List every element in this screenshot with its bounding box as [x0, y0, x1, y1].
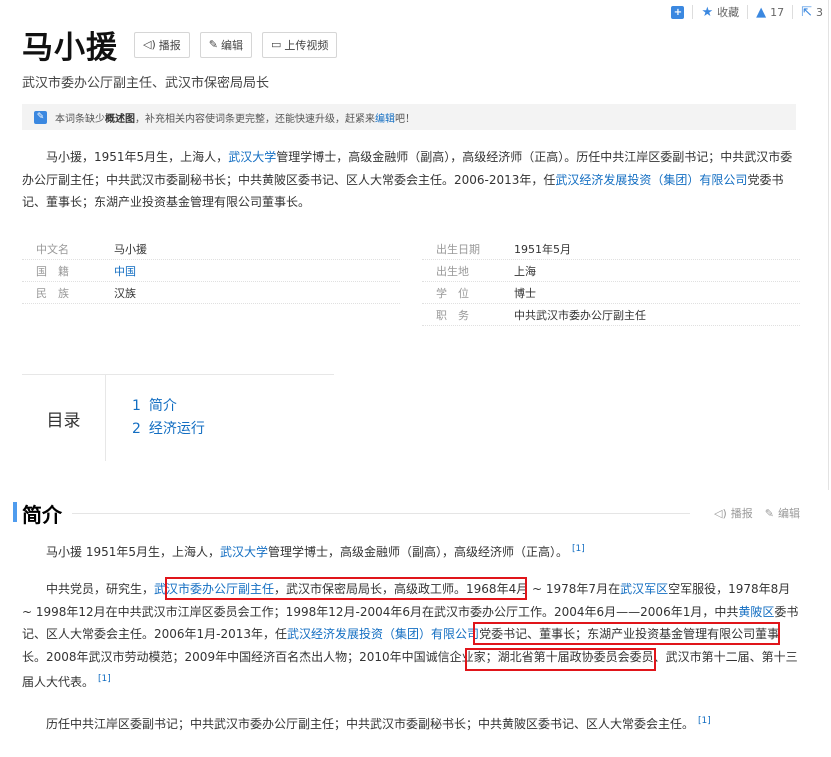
- toc-link[interactable]: 经济运行: [149, 421, 205, 437]
- para-link-office[interactable]: 武汉市委办公厅副主任: [154, 582, 274, 596]
- toc-num: 1: [132, 398, 141, 414]
- info-value[interactable]: 中国: [114, 263, 136, 279]
- summary-text: 马小援，1951年5月生，上海人，: [46, 150, 229, 164]
- upload-video-button[interactable]: ▭ 上传视频: [261, 31, 338, 58]
- reference-mark[interactable]: [1]: [572, 544, 585, 554]
- report-button[interactable]: ◁) 播报: [134, 31, 190, 58]
- para-career: 中共党员，研究生，武汉市委办公厅副主任，武汉市保密局局长，高级政工师。1968年…: [22, 578, 800, 694]
- section-edit-label: 编辑: [778, 507, 800, 520]
- para-text: 马小援 1951年5月生，上海人，: [46, 545, 220, 559]
- info-row: 国 籍 中国: [22, 260, 400, 282]
- para-text: 管理学博士，高级金融师（副高），高级经济师（正高）。: [268, 545, 569, 559]
- para-text: 历任中共江岸区委副书记；中共武汉市委办公厅副主任；中共武汉市委副秘书长；中共黄陂…: [46, 717, 695, 731]
- toc-list: 1 简介 2 经济运行: [132, 395, 205, 441]
- info-key: 民 族: [36, 286, 69, 300]
- speaker-icon: ◁): [714, 506, 727, 520]
- edit-label: 编辑: [220, 38, 243, 52]
- share-icon: ⇱: [801, 4, 812, 20]
- notice-text-before: 本词条缺少: [55, 113, 105, 125]
- page-title: 马小援: [22, 30, 118, 66]
- basic-info-left: 中文名 马小援国 籍 中国民 族 汉族: [22, 238, 400, 304]
- section-heading: 简介 ◁) 播报 ✎ 编辑: [13, 500, 800, 527]
- para-link-huangpi[interactable]: 黄陂区: [738, 605, 774, 619]
- info-key: 中文名: [36, 242, 69, 256]
- section-title: 简介: [22, 502, 62, 527]
- info-row: 中文名 马小援: [22, 238, 400, 260]
- info-value: 上海: [514, 264, 536, 278]
- info-key: 出生地: [436, 264, 469, 278]
- star-icon: ★: [701, 4, 714, 20]
- pencil-icon: ✎: [208, 38, 218, 51]
- add-icon[interactable]: +: [671, 5, 685, 19]
- summary-link-company[interactable]: 武汉经济发展投资（集团）有限公司: [555, 173, 747, 187]
- share-button[interactable]: ⇱ 3: [801, 5, 823, 20]
- info-key: 出生日期: [436, 242, 480, 256]
- notice-text-middle: ，补充相关内容使词条更完整，还能快速升级，赶紧来: [135, 113, 375, 125]
- toc-label: 目录: [22, 375, 106, 461]
- edit-notice-icon: ✎: [34, 110, 47, 124]
- section-marker: [13, 502, 17, 522]
- title-row: 马小援 ◁) 播报 ✎ 编辑 ▭ 上传视频: [22, 22, 338, 67]
- pencil-icon: ✎: [764, 506, 774, 520]
- info-row: 出生日期 1951年5月: [422, 238, 800, 260]
- info-value: 博士: [514, 286, 536, 300]
- upload-video-label: 上传视频: [284, 38, 329, 52]
- info-value: 汉族: [114, 286, 136, 300]
- info-key: 职 务: [436, 308, 469, 322]
- share-count: 3: [816, 5, 823, 19]
- notice-edit-link[interactable]: 编辑: [375, 110, 395, 125]
- info-row: 民 族 汉族: [22, 282, 400, 304]
- para-link-military[interactable]: 武汉军区: [620, 582, 668, 596]
- info-row: 职 务 中共武汉市委办公厅副主任: [422, 304, 800, 326]
- speaker-icon: ◁): [143, 38, 156, 51]
- para-text: 中共党员，研究生，: [46, 582, 155, 596]
- video-icon: ▭: [270, 38, 282, 51]
- section-report-label: 播报: [730, 507, 753, 520]
- top-action-bar: + ★ 收藏 ▲ 17 ⇱ 3: [671, 4, 823, 20]
- thumbs-up-icon: ▲: [756, 4, 767, 20]
- info-value: 1951年5月: [514, 242, 571, 256]
- reference-mark[interactable]: [1]: [698, 716, 711, 726]
- toc-num: 2: [132, 421, 141, 437]
- divider: [747, 5, 749, 19]
- para-summary-roles: 历任中共江岸区委副书记；中共武汉市委办公厅副主任；中共武汉市委副秘书长；中共黄陂…: [22, 710, 800, 736]
- like-button[interactable]: ▲ 17: [756, 5, 784, 20]
- collect-button[interactable]: ★ 收藏: [701, 4, 739, 20]
- summary-link-whu[interactable]: 武汉大学: [228, 150, 276, 164]
- report-label: 播报: [158, 38, 181, 52]
- divider: [792, 5, 794, 19]
- info-value: 马小援: [114, 242, 147, 256]
- info-row: 学 位 博士: [422, 282, 800, 304]
- lemma-summary: 马小援，1951年5月生，上海人，武汉大学管理学博士，高级金融师（副高），高级经…: [22, 146, 800, 214]
- section-rule: [72, 512, 691, 514]
- para-link-company[interactable]: 武汉经济发展投资（集团）有限公司: [287, 627, 479, 641]
- notice-text-after: 吧！: [395, 113, 415, 125]
- table-of-contents: 目录 1 简介 2 经济运行: [22, 374, 334, 461]
- info-key: 学 位: [436, 286, 469, 300]
- para-intro: 马小援 1951年5月生，上海人，武汉大学管理学博士，高级金融师（副高），高级经…: [22, 538, 800, 564]
- para-link-whu[interactable]: 武汉大学: [220, 545, 268, 559]
- info-row: 出生地 上海: [422, 260, 800, 282]
- toc-item-economy[interactable]: 2 经济运行: [132, 418, 205, 441]
- page-subtitle: 武汉市委办公厅副主任、武汉市保密局局长: [22, 76, 270, 91]
- notice-bold: 概述图: [105, 113, 135, 125]
- basic-info-right: 出生日期 1951年5月出生地 上海学 位 博士职 务 中共武汉市委办公厅副主任: [422, 238, 800, 326]
- reference-mark[interactable]: [1]: [98, 674, 111, 684]
- edit-button[interactable]: ✎ 编辑: [199, 31, 252, 58]
- section-report-button[interactable]: ◁) 播报: [714, 505, 753, 521]
- toc-item-intro[interactable]: 1 简介: [132, 395, 205, 418]
- collect-label: 收藏: [717, 6, 740, 19]
- like-count: 17: [770, 5, 785, 19]
- section-edit-button[interactable]: ✎ 编辑: [765, 505, 800, 521]
- divider: [692, 5, 694, 19]
- notice-bar: ✎ 本词条缺少 概述图 ，补充相关内容使词条更完整，还能快速升级，赶紧来 编辑 吧！: [22, 104, 796, 130]
- info-value: 中共武汉市委办公厅副主任: [514, 308, 646, 322]
- info-key: 国 籍: [36, 264, 69, 278]
- para-text: ，武汉市保密局局长，高级政工师。1968年4月 ~ 1978年7月在: [274, 582, 621, 596]
- page-scroll-frame: [824, 0, 831, 757]
- toc-link[interactable]: 简介: [149, 398, 177, 414]
